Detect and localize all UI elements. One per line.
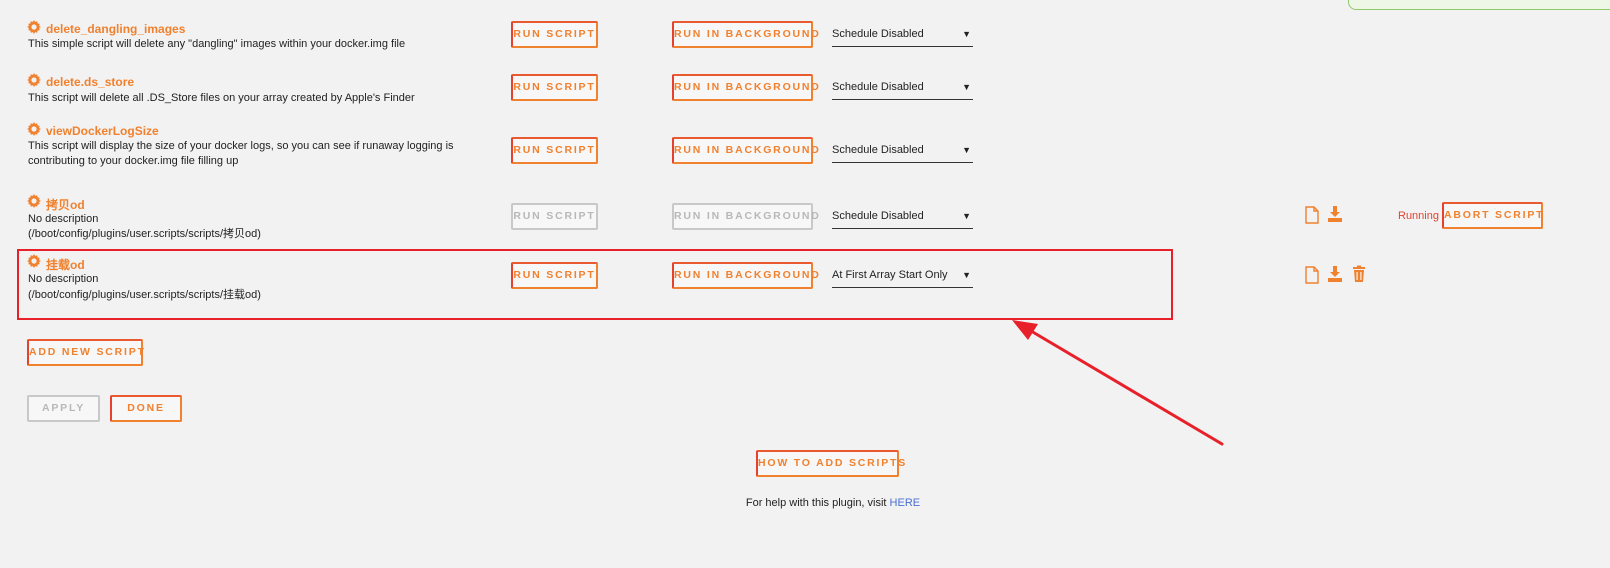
run-script-button[interactable]: RUN SCRIPT bbox=[511, 262, 598, 289]
run-script-button[interactable]: RUN SCRIPT bbox=[511, 137, 598, 164]
run-script-button[interactable]: RUN SCRIPT bbox=[511, 203, 598, 230]
add-new-script-button[interactable]: ADD NEW SCRIPT bbox=[27, 339, 144, 366]
schedule-value: Schedule Disabled bbox=[832, 81, 924, 93]
run-in-background-button[interactable]: RUN IN BACKGROUND bbox=[672, 74, 819, 101]
file-icon[interactable] bbox=[1304, 206, 1320, 224]
gear-icon bbox=[27, 20, 41, 34]
schedule-select[interactable]: Schedule Disabled ▼ bbox=[832, 78, 973, 100]
run-in-background-button[interactable]: RUN IN BACKGROUND bbox=[672, 21, 819, 48]
run-in-background-button[interactable]: RUN IN BACKGROUND bbox=[672, 203, 819, 230]
dropdown-arrow-icon: ▼ bbox=[962, 270, 971, 280]
download-icon[interactable] bbox=[1327, 205, 1343, 223]
gear-icon bbox=[27, 122, 41, 136]
trash-icon[interactable] bbox=[1351, 265, 1367, 283]
help-link[interactable]: HERE bbox=[890, 497, 921, 509]
abort-script-button[interactable]: ABORT SCRIPT bbox=[1442, 202, 1543, 229]
help-text-label: For help with this plugin, visit bbox=[745, 497, 890, 509]
script-path: (/boot/config/plugins/user.scripts/scrip… bbox=[28, 289, 261, 301]
run-script-button[interactable]: RUN SCRIPT bbox=[511, 74, 598, 101]
script-path: (/boot/config/plugins/user.scripts/scrip… bbox=[28, 228, 261, 240]
schedule-select[interactable]: At First Array Start Only ▼ bbox=[832, 266, 973, 288]
annotation-arrow bbox=[1012, 320, 1224, 446]
schedule-value: At First Array Start Only bbox=[832, 269, 948, 281]
apply-button[interactable]: APPLY bbox=[27, 395, 100, 422]
script-description: This script will delete all .DS_Store fi… bbox=[28, 92, 415, 104]
script-name[interactable]: viewDockerLogSize bbox=[46, 124, 159, 138]
schedule-value: Schedule Disabled bbox=[832, 210, 924, 222]
gear-icon bbox=[27, 73, 41, 87]
schedule-select[interactable]: Schedule Disabled ▼ bbox=[832, 25, 973, 47]
script-description: contributing to your docker.img file fil… bbox=[28, 155, 239, 167]
how-to-add-scripts-button[interactable]: HOW TO ADD SCRIPTS bbox=[756, 450, 905, 477]
dropdown-arrow-icon: ▼ bbox=[962, 211, 971, 221]
run-script-button[interactable]: RUN SCRIPT bbox=[511, 21, 598, 48]
run-in-background-button[interactable]: RUN IN BACKGROUND bbox=[672, 137, 819, 164]
dropdown-arrow-icon: ▼ bbox=[962, 82, 971, 92]
gear-icon bbox=[27, 194, 41, 208]
schedule-select[interactable]: Schedule Disabled ▼ bbox=[832, 141, 973, 163]
running-status: Running bbox=[1398, 210, 1439, 222]
schedule-value: Schedule Disabled bbox=[832, 28, 924, 40]
script-description: This script will display the size of you… bbox=[28, 140, 454, 152]
done-button[interactable]: DONE bbox=[110, 395, 182, 422]
script-description: This simple script will delete any "dang… bbox=[28, 38, 406, 50]
script-description: No description bbox=[28, 213, 99, 225]
notification-tab bbox=[1348, 0, 1610, 10]
gear-icon bbox=[27, 254, 41, 268]
run-in-background-button[interactable]: RUN IN BACKGROUND bbox=[672, 262, 819, 289]
file-icon[interactable] bbox=[1304, 266, 1320, 284]
dropdown-arrow-icon: ▼ bbox=[962, 145, 971, 155]
script-name[interactable]: delete_dangling_images bbox=[46, 22, 185, 36]
script-description: No description bbox=[28, 273, 99, 285]
schedule-select[interactable]: Schedule Disabled ▼ bbox=[832, 207, 973, 229]
help-text: For help with this plugin, visit HERE bbox=[0, 497, 1610, 509]
script-name[interactable]: delete.ds_store bbox=[46, 75, 134, 89]
schedule-value: Schedule Disabled bbox=[832, 144, 924, 156]
download-icon[interactable] bbox=[1327, 265, 1343, 283]
dropdown-arrow-icon: ▼ bbox=[962, 29, 971, 39]
